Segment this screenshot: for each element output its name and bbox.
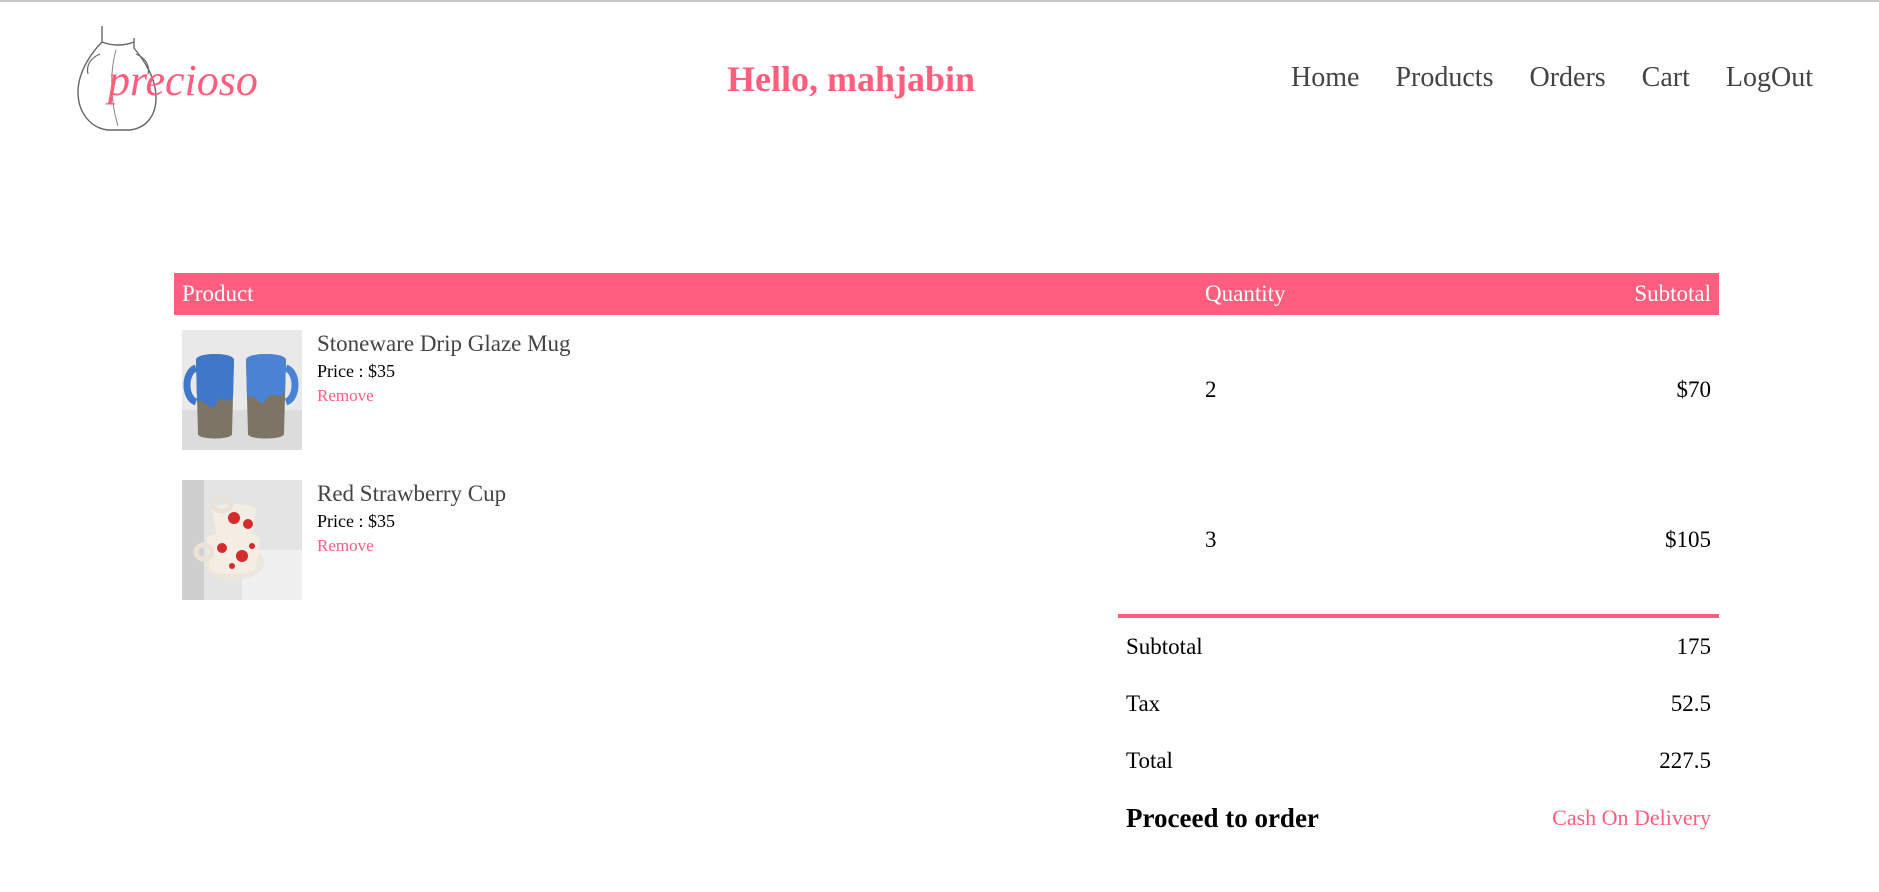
blue-drip-glaze-mugs-image xyxy=(182,330,302,450)
subtotal-value: 175 xyxy=(1676,633,1712,659)
cart-row: Red Strawberry Cup Price : $35 Remove 3 … xyxy=(174,465,1719,615)
cash-on-delivery-link[interactable]: Cash On Delivery xyxy=(1552,805,1711,831)
nav-home[interactable]: Home xyxy=(1291,62,1359,94)
product-name[interactable]: Stoneware Drip Glaze Mug xyxy=(317,330,571,358)
tax-label: Tax xyxy=(1126,690,1161,716)
item-subtotal: $105 xyxy=(1665,527,1711,552)
column-header-quantity: Quantity xyxy=(1197,273,1471,315)
item-subtotal: $70 xyxy=(1676,377,1712,402)
brand-logo[interactable]: precioso xyxy=(72,20,272,132)
nav-logout[interactable]: LogOut xyxy=(1726,62,1813,94)
product-cell: Stoneware Drip Glaze Mug Price : $35 Rem… xyxy=(182,330,1189,450)
subtotal-label: Subtotal xyxy=(1126,633,1203,659)
column-header-product: Product xyxy=(174,273,1197,315)
product-price: Price : $35 xyxy=(317,511,395,531)
summary-tax-row: Tax 52.5 xyxy=(1118,675,1719,732)
column-header-subtotal: Subtotal xyxy=(1471,273,1719,315)
summary-subtotal-row: Subtotal 175 xyxy=(1118,618,1719,675)
site-header: precioso Hello, mahjabin Home Products O… xyxy=(0,2,1879,152)
vase-outline-icon: precioso xyxy=(77,26,258,131)
proceed-heading: Proceed to order xyxy=(1126,802,1319,833)
cart-table-header: Product Quantity Subtotal xyxy=(174,273,1719,315)
summary-total-row: Total 227.5 xyxy=(1118,732,1719,789)
remove-item-link[interactable]: Remove xyxy=(317,384,571,408)
product-image[interactable] xyxy=(182,480,302,600)
order-summary: Subtotal 175 Tax 52.5 Total 227.5 Procee… xyxy=(1118,614,1719,847)
product-name[interactable]: Red Strawberry Cup xyxy=(317,480,506,508)
main-nav: Home Products Orders Cart LogOut xyxy=(1291,62,1813,94)
product-cell: Red Strawberry Cup Price : $35 Remove xyxy=(182,480,1189,600)
product-image[interactable] xyxy=(182,330,302,450)
cart-row: Stoneware Drip Glaze Mug Price : $35 Rem… xyxy=(174,315,1719,465)
proceed-row: Proceed to order Cash On Delivery xyxy=(1118,789,1719,847)
greeting-title: Hello, mahjabin xyxy=(727,59,976,99)
nav-orders[interactable]: Orders xyxy=(1529,62,1605,94)
cart-table: Product Quantity Subtotal Stoneware Drip… xyxy=(174,273,1719,615)
strawberry-cups-image xyxy=(182,480,302,600)
item-quantity: 3 xyxy=(1205,527,1217,552)
tax-value: 52.5 xyxy=(1670,690,1711,716)
total-label: Total xyxy=(1126,747,1173,773)
logo-wordmark: precioso xyxy=(105,56,258,105)
product-price: Price : $35 xyxy=(317,361,395,381)
remove-item-link[interactable]: Remove xyxy=(317,534,506,558)
nav-cart[interactable]: Cart xyxy=(1642,62,1690,94)
item-quantity: 2 xyxy=(1205,377,1217,402)
nav-products[interactable]: Products xyxy=(1395,62,1493,94)
total-value: 227.5 xyxy=(1659,747,1711,773)
